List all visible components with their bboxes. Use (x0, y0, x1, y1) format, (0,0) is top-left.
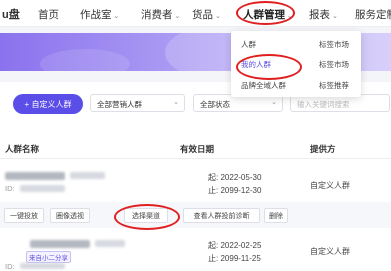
end-date: 止: 2099-12-30 (208, 186, 262, 195)
pre-launch-diagnosis-button[interactable]: 查看人群投前诊断 (183, 208, 260, 223)
chevron-down-icon: ⌄ (113, 13, 120, 20)
redacted-audience-name (5, 172, 65, 180)
nav-audience-management[interactable]: 人群管理 ⌄ (243, 7, 293, 22)
column-header-name: 人群名称 (5, 144, 40, 154)
chevron-down-icon: ⌄ (174, 13, 181, 20)
divider (0, 158, 391, 159)
chevron-down-icon: ⌄ (332, 13, 338, 20)
shared-tag-badge: 来自小二分享 (26, 251, 71, 263)
redacted-audience-name (95, 240, 125, 247)
provider: 自定义人群 (310, 247, 350, 256)
nav-goods[interactable]: 货品 ⌄ (192, 7, 221, 22)
audience-insight-button[interactable]: 圈像透视 (50, 208, 90, 223)
nav-home[interactable]: 首页 (38, 7, 59, 22)
column-header-valid-date: 有效日期 (180, 144, 215, 154)
chevron-down-icon: ⌄ (215, 13, 221, 20)
nav-war-room[interactable]: 作战室 ⌄ (80, 7, 119, 22)
nav-custom-service[interactable]: 服务定制 (355, 7, 391, 22)
chevron-down-icon: ⌄ (271, 99, 277, 106)
add-custom-audience-button[interactable]: + 自定义人群 (13, 94, 83, 114)
menu-item-brand-audience[interactable]: 品牌全域人群 (241, 80, 286, 91)
nav-reports[interactable]: 报表 ⌄ (309, 7, 338, 22)
redacted-audience-id (20, 185, 65, 192)
chevron-down-icon: ⌄ (287, 13, 293, 20)
menu-item-tag-recommend[interactable]: 标签推荐 (319, 80, 349, 91)
redacted-audience-name (70, 172, 105, 179)
nav-consumer[interactable]: 消费者 ⌄ (141, 7, 180, 22)
audience-dropdown-menu: 人群 我的人群 品牌全域人群 标签市场 标签市场 标签推荐 (231, 31, 361, 97)
redacted-audience-name (30, 240, 90, 248)
chevron-down-icon: ⌄ (173, 99, 179, 106)
audience-id-label: ID: (5, 262, 15, 271)
select-channel-button[interactable]: 选择渠道 (124, 208, 168, 223)
redacted-audience-id (20, 263, 65, 269)
top-nav: u盘 首页 作战室⌄ 消费者⌄ 货品⌄ 人群管理⌄ 报表⌄ 服务定制 (0, 0, 391, 27)
menu-item-my-audience[interactable]: 我的人群 (241, 59, 271, 70)
column-header-provider: 提供方 (310, 144, 336, 154)
delete-button[interactable]: 删除 (264, 208, 288, 223)
menu-item-tag-market[interactable]: 标签市场 (319, 39, 349, 50)
brand-logo[interactable]: u盘 (2, 6, 20, 22)
channel-select[interactable]: 全部营销人群 ⌄ (90, 94, 185, 112)
start-date: 起: 2022-02-25 (208, 241, 262, 250)
banner-decoration (40, 49, 130, 71)
menu-item-audience[interactable]: 人群 (241, 39, 256, 50)
audience-id-label: ID: (5, 184, 15, 193)
end-date: 止: 2099-11-25 (208, 254, 261, 263)
one-click-launch-button[interactable]: 一键投放 (4, 208, 44, 223)
provider: 自定义人群 (310, 181, 350, 190)
menu-item-tag-market-2[interactable]: 标签市场 (319, 59, 349, 70)
start-date: 起: 2022-05-30 (208, 173, 262, 182)
